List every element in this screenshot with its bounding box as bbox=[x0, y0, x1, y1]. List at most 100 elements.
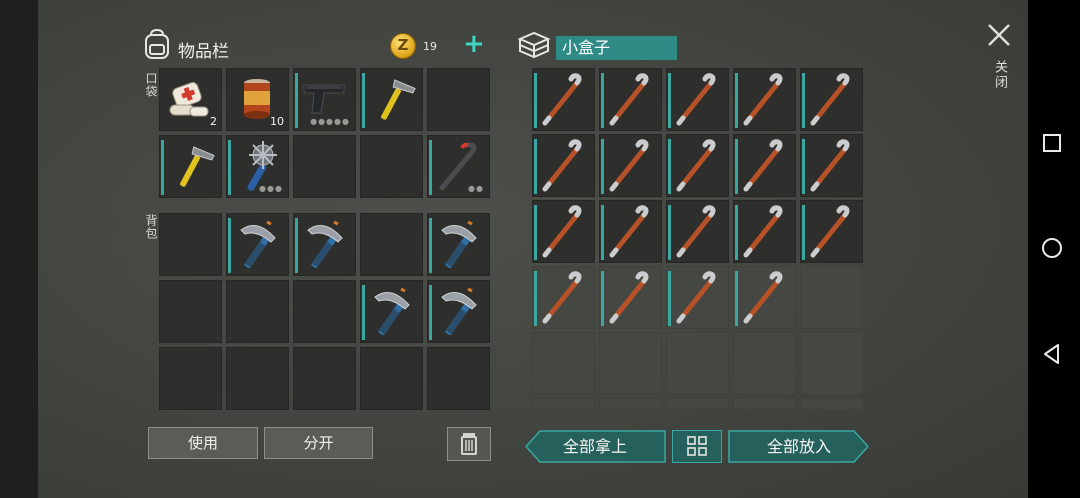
container-slot[interactable] bbox=[733, 68, 796, 131]
durability-bar bbox=[601, 139, 604, 194]
backpack-slot[interactable] bbox=[427, 347, 490, 410]
container-slot[interactable] bbox=[532, 134, 595, 197]
container-slot[interactable] bbox=[599, 398, 662, 410]
home-icon[interactable] bbox=[1040, 236, 1064, 260]
backpack-slot[interactable] bbox=[293, 213, 356, 276]
container-slot[interactable] bbox=[532, 398, 595, 410]
durability-bar bbox=[668, 271, 671, 326]
pocket-slot[interactable] bbox=[360, 135, 423, 198]
container-slot[interactable] bbox=[599, 332, 662, 395]
sort-button[interactable] bbox=[672, 430, 722, 463]
backpack-slot[interactable] bbox=[293, 347, 356, 410]
pocket-slot[interactable]: ●●●●● bbox=[293, 68, 356, 131]
backpack-slot[interactable] bbox=[159, 280, 222, 343]
pocket-slot[interactable]: 2 bbox=[159, 68, 222, 131]
trash-icon bbox=[461, 433, 477, 455]
backpack-slot[interactable] bbox=[159, 213, 222, 276]
take-all-button[interactable]: 全部拿上 bbox=[524, 430, 666, 463]
container-slot[interactable] bbox=[800, 266, 863, 329]
container-slot[interactable] bbox=[599, 68, 662, 131]
container-slot[interactable] bbox=[666, 332, 729, 395]
put-all-button[interactable]: 全部放入 bbox=[728, 430, 870, 463]
backpack-slot[interactable] bbox=[427, 213, 490, 276]
container-slot[interactable] bbox=[532, 68, 595, 131]
crowbar-icon bbox=[810, 205, 850, 258]
container-slot[interactable] bbox=[733, 200, 796, 263]
close-label[interactable]: 关闭 bbox=[990, 60, 1009, 90]
container-slot[interactable] bbox=[666, 134, 729, 197]
split-button[interactable]: 分开 bbox=[264, 427, 373, 459]
durability-bar bbox=[802, 139, 805, 194]
backpack-icon bbox=[145, 28, 169, 59]
backpack-slot[interactable] bbox=[360, 213, 423, 276]
backpack-slot[interactable] bbox=[360, 347, 423, 410]
crowbar-icon bbox=[542, 271, 582, 324]
item-upgrade-dots: ●●● bbox=[259, 184, 283, 193]
item-quantity: 10 bbox=[270, 115, 284, 128]
crowbar-icon bbox=[542, 139, 582, 192]
item-upgrade-dots: ●● bbox=[468, 184, 484, 193]
backpack-slot[interactable] bbox=[159, 347, 222, 410]
backpack-slot[interactable] bbox=[360, 280, 423, 343]
pocket-slot[interactable]: ●●● bbox=[226, 135, 289, 198]
container-slot[interactable] bbox=[532, 332, 595, 395]
container-slot[interactable] bbox=[666, 200, 729, 263]
container-slot[interactable] bbox=[800, 200, 863, 263]
add-coins-button[interactable]: + bbox=[463, 31, 485, 57]
durability-bar bbox=[668, 139, 671, 194]
coin-icon: Z bbox=[390, 33, 416, 59]
container-slot[interactable] bbox=[800, 332, 863, 395]
crowbar-icon bbox=[676, 205, 716, 258]
backpack-slot[interactable] bbox=[226, 213, 289, 276]
durability-bar bbox=[802, 205, 805, 260]
item-upgrade-dots: ●●●●● bbox=[310, 117, 350, 126]
container-slot[interactable] bbox=[599, 134, 662, 197]
container-slot[interactable] bbox=[800, 398, 863, 410]
container-slot[interactable] bbox=[666, 398, 729, 410]
container-slot[interactable] bbox=[599, 200, 662, 263]
durability-bar bbox=[228, 218, 231, 273]
crowbar-icon bbox=[609, 73, 649, 126]
crowbar-icon bbox=[743, 139, 783, 192]
durability-bar bbox=[534, 205, 537, 260]
container-slot[interactable] bbox=[666, 266, 729, 329]
container-slot[interactable] bbox=[733, 266, 796, 329]
container-slot[interactable] bbox=[733, 134, 796, 197]
durability-bar bbox=[601, 205, 604, 260]
container-slot[interactable] bbox=[532, 200, 595, 263]
container-slot[interactable] bbox=[733, 398, 796, 410]
backpack-slot[interactable] bbox=[226, 280, 289, 343]
crowbar-icon bbox=[676, 139, 716, 192]
trash-button[interactable] bbox=[447, 427, 491, 461]
durability-bar bbox=[362, 285, 365, 340]
crowbar-icon bbox=[676, 271, 716, 324]
crowbar-icon bbox=[542, 73, 582, 126]
container-slot[interactable] bbox=[666, 68, 729, 131]
pocket-slot[interactable] bbox=[293, 135, 356, 198]
pocket-slot[interactable] bbox=[427, 68, 490, 131]
pocket-slot[interactable] bbox=[360, 68, 423, 131]
pickaxe-icon bbox=[240, 220, 276, 269]
back-icon[interactable] bbox=[1040, 342, 1064, 366]
backpack-slot[interactable] bbox=[226, 347, 289, 410]
container-slot[interactable] bbox=[800, 68, 863, 131]
pickaxe-icon bbox=[441, 220, 477, 269]
use-button[interactable]: 使用 bbox=[148, 427, 258, 459]
durability-bar bbox=[735, 139, 738, 194]
durability-bar bbox=[228, 140, 231, 195]
recent-apps-icon[interactable] bbox=[1040, 131, 1064, 155]
durability-bar bbox=[802, 73, 805, 128]
durability-bar bbox=[534, 271, 537, 326]
container-slot[interactable] bbox=[599, 266, 662, 329]
close-icon[interactable] bbox=[986, 22, 1012, 48]
pickaxe-icon bbox=[307, 220, 343, 269]
backpack-slot[interactable] bbox=[427, 280, 490, 343]
container-slot[interactable] bbox=[733, 332, 796, 395]
crowbar-icon bbox=[609, 205, 649, 258]
container-slot[interactable] bbox=[532, 266, 595, 329]
backpack-slot[interactable] bbox=[293, 280, 356, 343]
container-slot[interactable] bbox=[800, 134, 863, 197]
pocket-slot[interactable]: 10 bbox=[226, 68, 289, 131]
pocket-slot[interactable]: ●● bbox=[427, 135, 490, 198]
pocket-slot[interactable] bbox=[159, 135, 222, 198]
